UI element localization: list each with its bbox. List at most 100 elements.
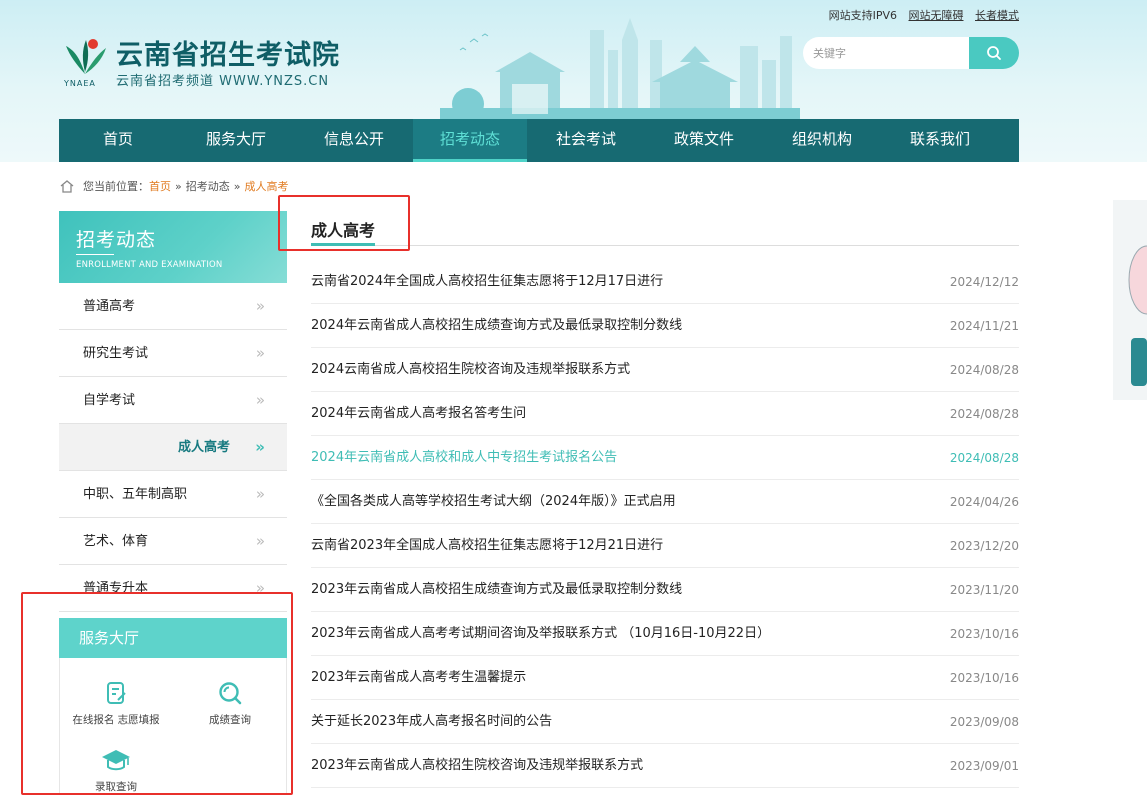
news-date: 2023/10/16 [949,627,1019,641]
section-divider [311,245,1019,246]
news-item[interactable]: 关于延长2023年成人高考报名时间的公告 2023/09/08 [311,700,1019,744]
nav-social-exam[interactable]: 社会考试 [527,119,645,162]
news-date: 2023/09/01 [949,759,1019,773]
breadcrumb-current: 成人高考 [244,180,289,193]
service-label: 在线报名 志愿填报 [72,714,160,726]
sidebar-item-adult-exam[interactable]: 成人高考 » [59,424,287,471]
graduation-cap-icon [102,750,130,771]
city-skyline-illustration [440,18,800,122]
service-label: 录取查询 [95,781,137,793]
sidebar-item-label: 普通专升本 [83,581,149,596]
sidebar-header: 招考动态 ENROLLMENT AND EXAMINATION [59,211,287,283]
chevron-right-icon: » [255,579,265,597]
sidebar-item-label: 普通高考 [83,299,136,314]
chevron-right-icon: » [255,391,265,409]
sidebar-item-self-study[interactable]: 自学考试 » [59,377,287,424]
news-item[interactable]: 2024年云南省成人高考报名答考生问 2024/08/28 [311,392,1019,436]
sidebar-item-vocational[interactable]: 中职、五年制高职 » [59,471,287,518]
nav-contact[interactable]: 联系我们 [881,119,999,162]
sidebar-title-divider [76,254,114,255]
search-icon [987,46,1001,60]
news-date: 2024/08/28 [949,407,1019,421]
search-score-icon [219,682,242,705]
news-title[interactable]: 云南省2023年全国成人高校招生征集志愿将于12月21日进行 [311,538,663,553]
nav-home[interactable]: 首页 [59,119,177,162]
news-item[interactable]: 2023年云南省成人高考考生温馨提示 2023/10/16 [311,656,1019,700]
news-date: 2024/04/26 [949,495,1019,509]
news-list: 云南省2024年全国成人高校招生征集志愿将于12月17日进行 2024/12/12… [311,260,1019,788]
elder-mode-link[interactable]: 长者模式 [975,9,1019,22]
breadcrumb: 您当前位置： 首页 » 招考动态 » 成人高考 [59,178,288,194]
sidebar-title: 招考动态 [76,229,157,251]
news-item-highlighted[interactable]: 2024年云南省成人高校和成人中专招生考试报名公告 2024/08/28 [311,436,1019,480]
sidebar-item-graduate[interactable]: 研究生考试 » [59,330,287,377]
sidebar-item-label: 自学考试 [83,393,136,408]
news-item[interactable]: 2023年云南省成人高校招生成绩查询方式及最低录取控制分数线 2023/11/20 [311,568,1019,612]
news-item[interactable]: 2023年云南省成人高考考试期间咨询及举报联系方式 （10月16日-10月22日… [311,612,1019,656]
news-date: 2023/10/16 [949,671,1019,685]
news-title[interactable]: 2024云南省成人高校招生院校咨询及违规举报联系方式 [311,362,630,377]
mascot-icon [1128,245,1147,386]
news-title[interactable]: 关于延长2023年成人高考报名时间的公告 [311,714,552,729]
news-date: 2024/11/21 [949,319,1019,333]
section-title-underline [311,243,375,246]
sidebar-item-arts-sports[interactable]: 艺术、体育 » [59,518,287,565]
chevron-right-icon: » [255,297,265,315]
service-score-query[interactable]: 成绩查询 [175,680,285,727]
news-title[interactable]: 2023年云南省成人高考考生温馨提示 [311,670,526,685]
chevron-right-icon: » [255,485,265,503]
main-nav: 首页 服务大厅 信息公开 招考动态 社会考试 政策文件 组织机构 联系我们 [59,119,1019,162]
site-name[interactable]: 云南省招生考试院 [116,33,340,72]
news-item[interactable]: 云南省2023年全国成人高校招生征集志愿将于12月21日进行 2023/12/20 [311,524,1019,568]
site-subtitle: 云南省招考频道 WWW.YNZS.CN [116,74,330,89]
floating-side-widget[interactable] [1113,200,1147,400]
news-title[interactable]: 2023年云南省成人高校招生院校咨询及违规举报联系方式 [311,758,643,773]
home-icon [60,180,74,193]
search-input[interactable] [803,37,969,69]
breadcrumb-exam-news-link[interactable]: 招考动态 [186,178,230,194]
news-item[interactable]: 2024云南省成人高校招生院校咨询及违规举报联系方式 2024/08/28 [311,348,1019,392]
form-edit-icon [107,682,126,704]
accessibility-link[interactable]: 网站无障碍 [909,9,964,22]
news-title[interactable]: 2023年云南省成人高考考试期间咨询及举报联系方式 （10月16日-10月22日… [311,626,770,641]
ipv6-link[interactable]: 网站支持IPV6 [829,9,897,22]
chevron-right-icon: » [255,344,265,362]
news-item[interactable]: 《全国各类成人高等学校招生考试大纲（2024年版）》正式启用 2024/04/26 [311,480,1019,524]
nav-policy[interactable]: 政策文件 [645,119,763,162]
news-title[interactable]: 2024年云南省成人高考报名答考生问 [311,406,526,421]
nav-service-hall[interactable]: 服务大厅 [177,119,295,162]
service-admission-query[interactable]: 录取查询 [61,747,171,794]
news-title[interactable]: 云南省2024年全国成人高校招生征集志愿将于12月17日进行 [311,274,663,289]
breadcrumb-prefix: 您当前位置： [83,180,149,193]
sidebar-item-label: 研究生考试 [83,346,149,361]
sidebar-item-label: 艺术、体育 [83,534,149,549]
nav-exam-news[interactable]: 招考动态 [413,119,527,162]
news-date: 2024/08/28 [949,451,1019,465]
sidebar-item-upgrade[interactable]: 普通专升本 » [59,565,287,612]
news-date: 2024/12/12 [949,275,1019,289]
news-date: 2023/12/20 [949,539,1019,553]
breadcrumb-separator: » [233,179,241,193]
nav-organization[interactable]: 组织机构 [763,119,881,162]
news-title[interactable]: 2024年云南省成人高校和成人中专招生考试报名公告 [311,450,617,465]
service-online-registration[interactable]: 在线报名 志愿填报 [61,680,171,727]
section-title: 成人高考 [311,221,376,240]
news-item[interactable]: 2023年云南省成人高校招生院校咨询及违规举报联系方式 2023/09/01 [311,744,1019,788]
breadcrumb-separator: » [175,179,182,193]
chevron-right-icon: » [255,438,265,456]
search-button[interactable] [969,37,1019,69]
service-label: 成绩查询 [209,714,251,726]
nav-info-public[interactable]: 信息公开 [295,119,413,162]
top-links: 网站支持IPV6 网站无障碍 长者模式 [821,7,1019,23]
breadcrumb-home-link[interactable]: 首页 [149,178,171,194]
chevron-right-icon: » [255,532,265,550]
news-item[interactable]: 云南省2024年全国成人高校招生征集志愿将于12月17日进行 2024/12/12 [311,260,1019,304]
news-title[interactable]: 2023年云南省成人高校招生成绩查询方式及最低录取控制分数线 [311,582,682,597]
news-title[interactable]: 《全国各类成人高等学校招生考试大纲（2024年版）》正式启用 [311,494,676,509]
news-date: 2024/08/28 [949,363,1019,377]
news-title[interactable]: 2024年云南省成人高校招生成绩查询方式及最低录取控制分数线 [311,318,682,333]
news-item[interactable]: 2024年云南省成人高校招生成绩查询方式及最低录取控制分数线 2024/11/21 [311,304,1019,348]
sidebar-item-gaokao[interactable]: 普通高考 » [59,283,287,330]
news-date: 2023/11/20 [949,583,1019,597]
sidebar-item-label: 中职、五年制高职 [83,487,188,502]
